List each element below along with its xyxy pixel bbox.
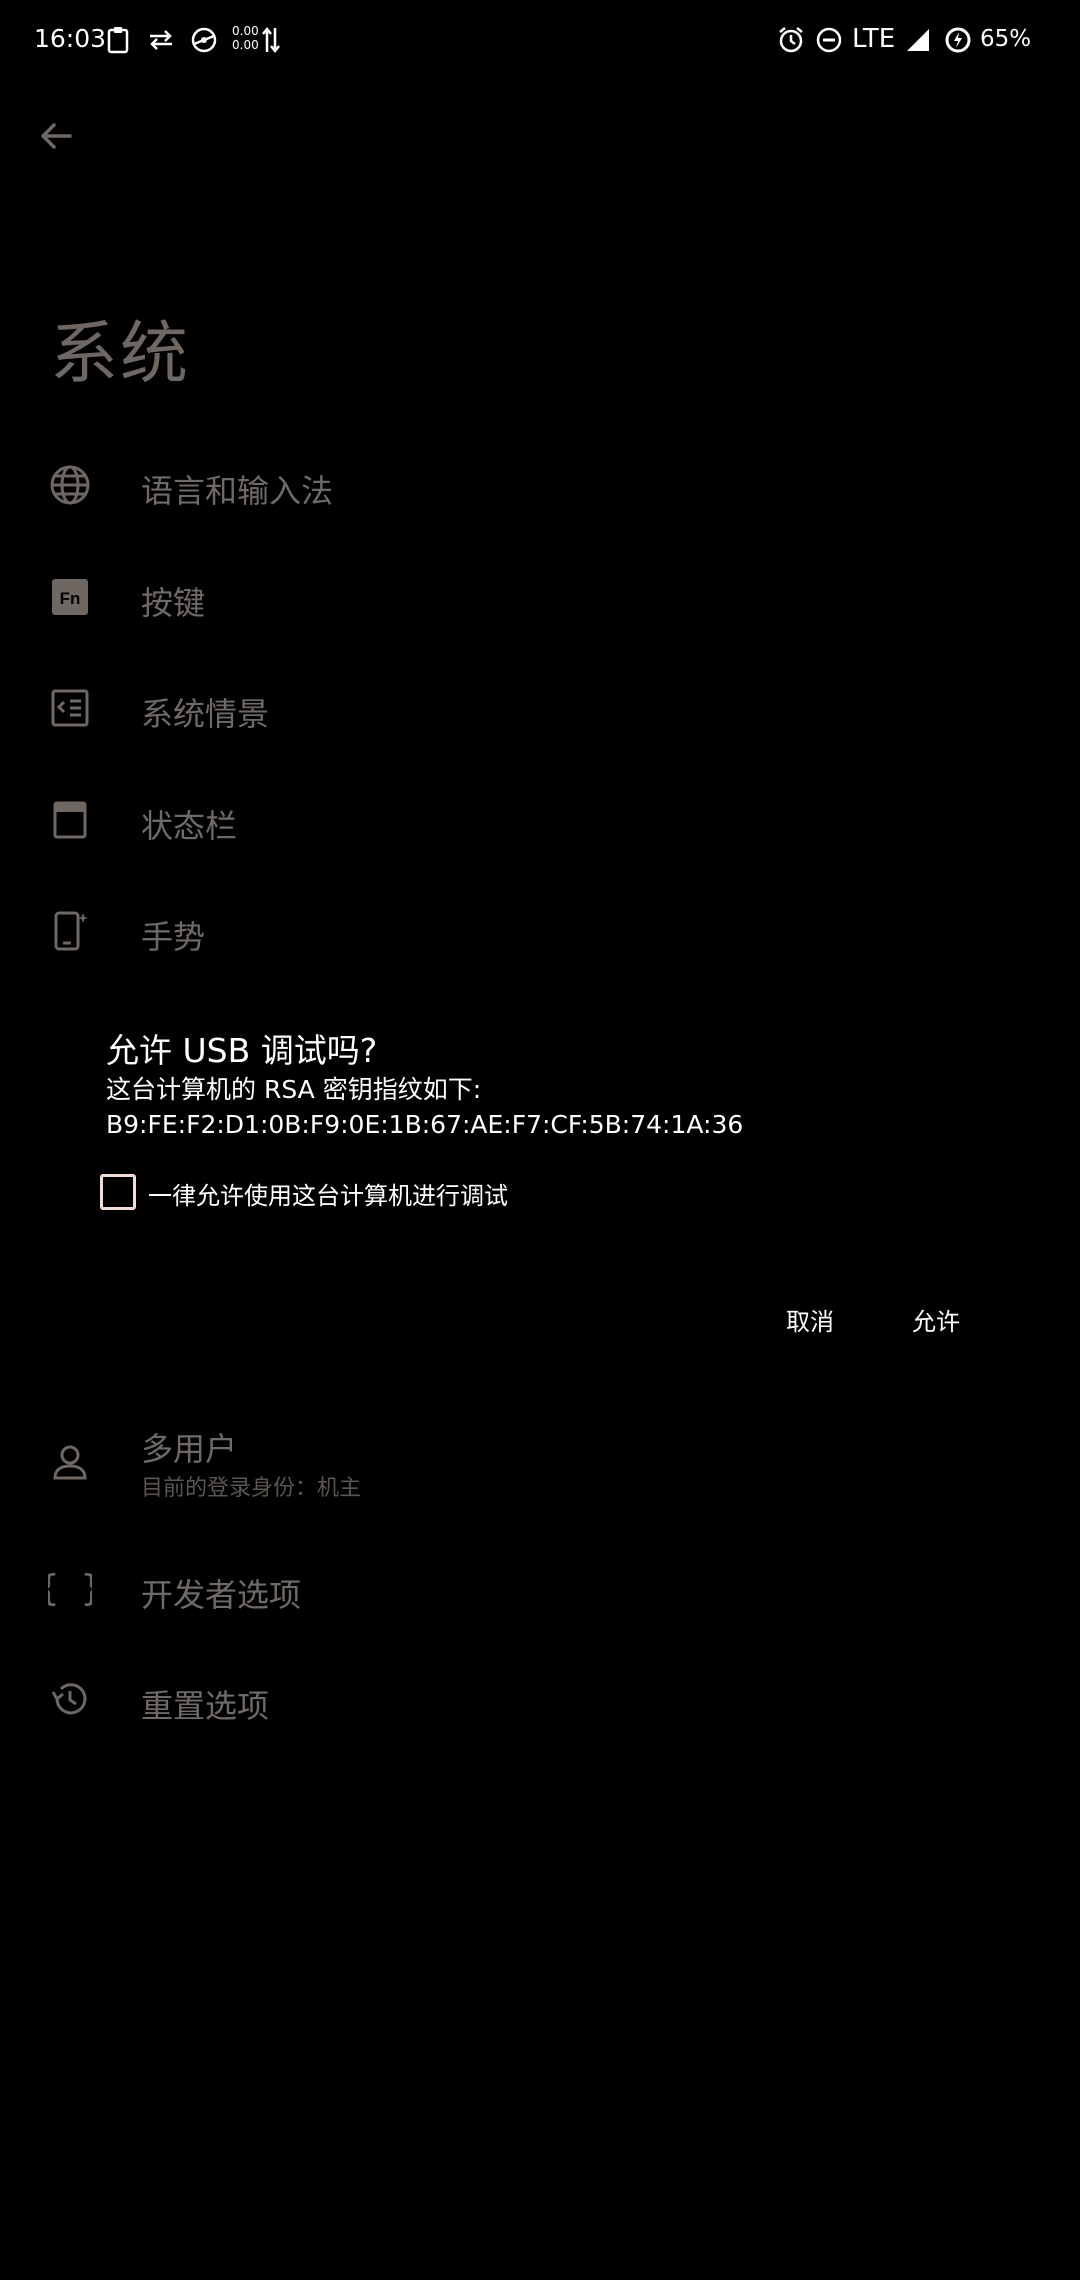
do-not-disturb-icon <box>814 22 844 58</box>
battery-level: 65% <box>980 26 1032 52</box>
fn-key-icon: Fn <box>48 575 92 619</box>
clipboard-icon <box>104 22 132 58</box>
settings-item-multi-user[interactable]: 多用户 目前的登录身份：机主 <box>0 1416 1080 1536</box>
swap-icon <box>146 22 176 58</box>
network-type: LTE <box>852 24 896 54</box>
cancel-button[interactable]: 取消 <box>778 1298 842 1341</box>
settings-item-label: 系统情景 <box>141 695 270 733</box>
person-icon <box>48 1440 92 1484</box>
allow-button[interactable]: 允许 <box>904 1298 968 1341</box>
system-scene-icon <box>48 686 92 730</box>
status-time: 16:03 <box>34 24 107 53</box>
signal-icon <box>904 22 932 58</box>
data-arrows-icon <box>260 22 282 58</box>
settings-item-label: 按键 <box>141 584 206 622</box>
always-allow-label[interactable]: 一律允许使用这台计算机进行调试 <box>148 1176 508 1211</box>
net-speed: 0.00 0.00 <box>232 24 259 52</box>
arrow-left-icon <box>41 123 72 149</box>
dialog-message-line: 这台计算机的 RSA 密钥指纹如下: <box>106 1075 482 1104</box>
status-bar: 16:03 0.00 0.00 LTE 65% <box>0 0 1080 80</box>
vpn-icon <box>188 22 220 58</box>
status-bar-icon <box>48 798 92 842</box>
rsa-fingerprint: B9:FE:F2:D1:0B:F9:0E:1B:67:AE:F7:CF:5B:7… <box>106 1110 744 1139</box>
page-title: 系统 <box>50 315 191 394</box>
always-allow-checkbox[interactable] <box>100 1174 136 1210</box>
settings-item-developer-options[interactable]: { } 开发者选项 <box>0 1534 1080 1644</box>
settings-item-label: 多用户 <box>141 1430 238 1468</box>
settings-item-system-scene[interactable]: 系统情景 <box>0 653 1080 763</box>
settings-item-label: 状态栏 <box>141 807 238 845</box>
alarm-icon <box>776 22 806 58</box>
gesture-phone-icon <box>48 909 92 953</box>
net-speed-down: 0.00 <box>232 38 259 52</box>
usb-debugging-dialog: 允许 USB 调试吗? 这台计算机的 RSA 密钥指纹如下: B9:FE:F2:… <box>40 1000 1040 1380</box>
settings-item-gestures[interactable]: 手势 <box>0 876 1080 986</box>
braces-icon: { } <box>48 1566 92 1610</box>
settings-item-language-input[interactable]: 语言和输入法 <box>0 430 1080 540</box>
dialog-message: 这台计算机的 RSA 密钥指纹如下: B9:FE:F2:D1:0B:F9:0E:… <box>106 1072 743 1142</box>
settings-item-label: 重置选项 <box>141 1687 270 1725</box>
settings-item-label: 语言和输入法 <box>141 472 334 510</box>
svg-text:{ }: { } <box>48 1568 92 1609</box>
settings-item-label: 手势 <box>141 918 206 956</box>
back-button[interactable] <box>30 110 82 162</box>
settings-item-label: 开发者选项 <box>141 1576 302 1614</box>
settings-item-sublabel: 目前的登录身份：机主 <box>141 1476 362 1501</box>
dialog-title: 允许 USB 调试吗? <box>106 1031 378 1070</box>
history-icon <box>48 1677 92 1721</box>
globe-icon <box>48 463 92 507</box>
settings-item-status-bar[interactable]: 状态栏 <box>0 765 1080 875</box>
settings-item-reset-options[interactable]: 重置选项 <box>0 1645 1080 1755</box>
net-speed-up: 0.00 <box>232 24 259 38</box>
svg-text:Fn: Fn <box>60 589 81 608</box>
settings-item-keys[interactable]: Fn 按键 <box>0 542 1080 652</box>
battery-icon <box>942 22 974 58</box>
